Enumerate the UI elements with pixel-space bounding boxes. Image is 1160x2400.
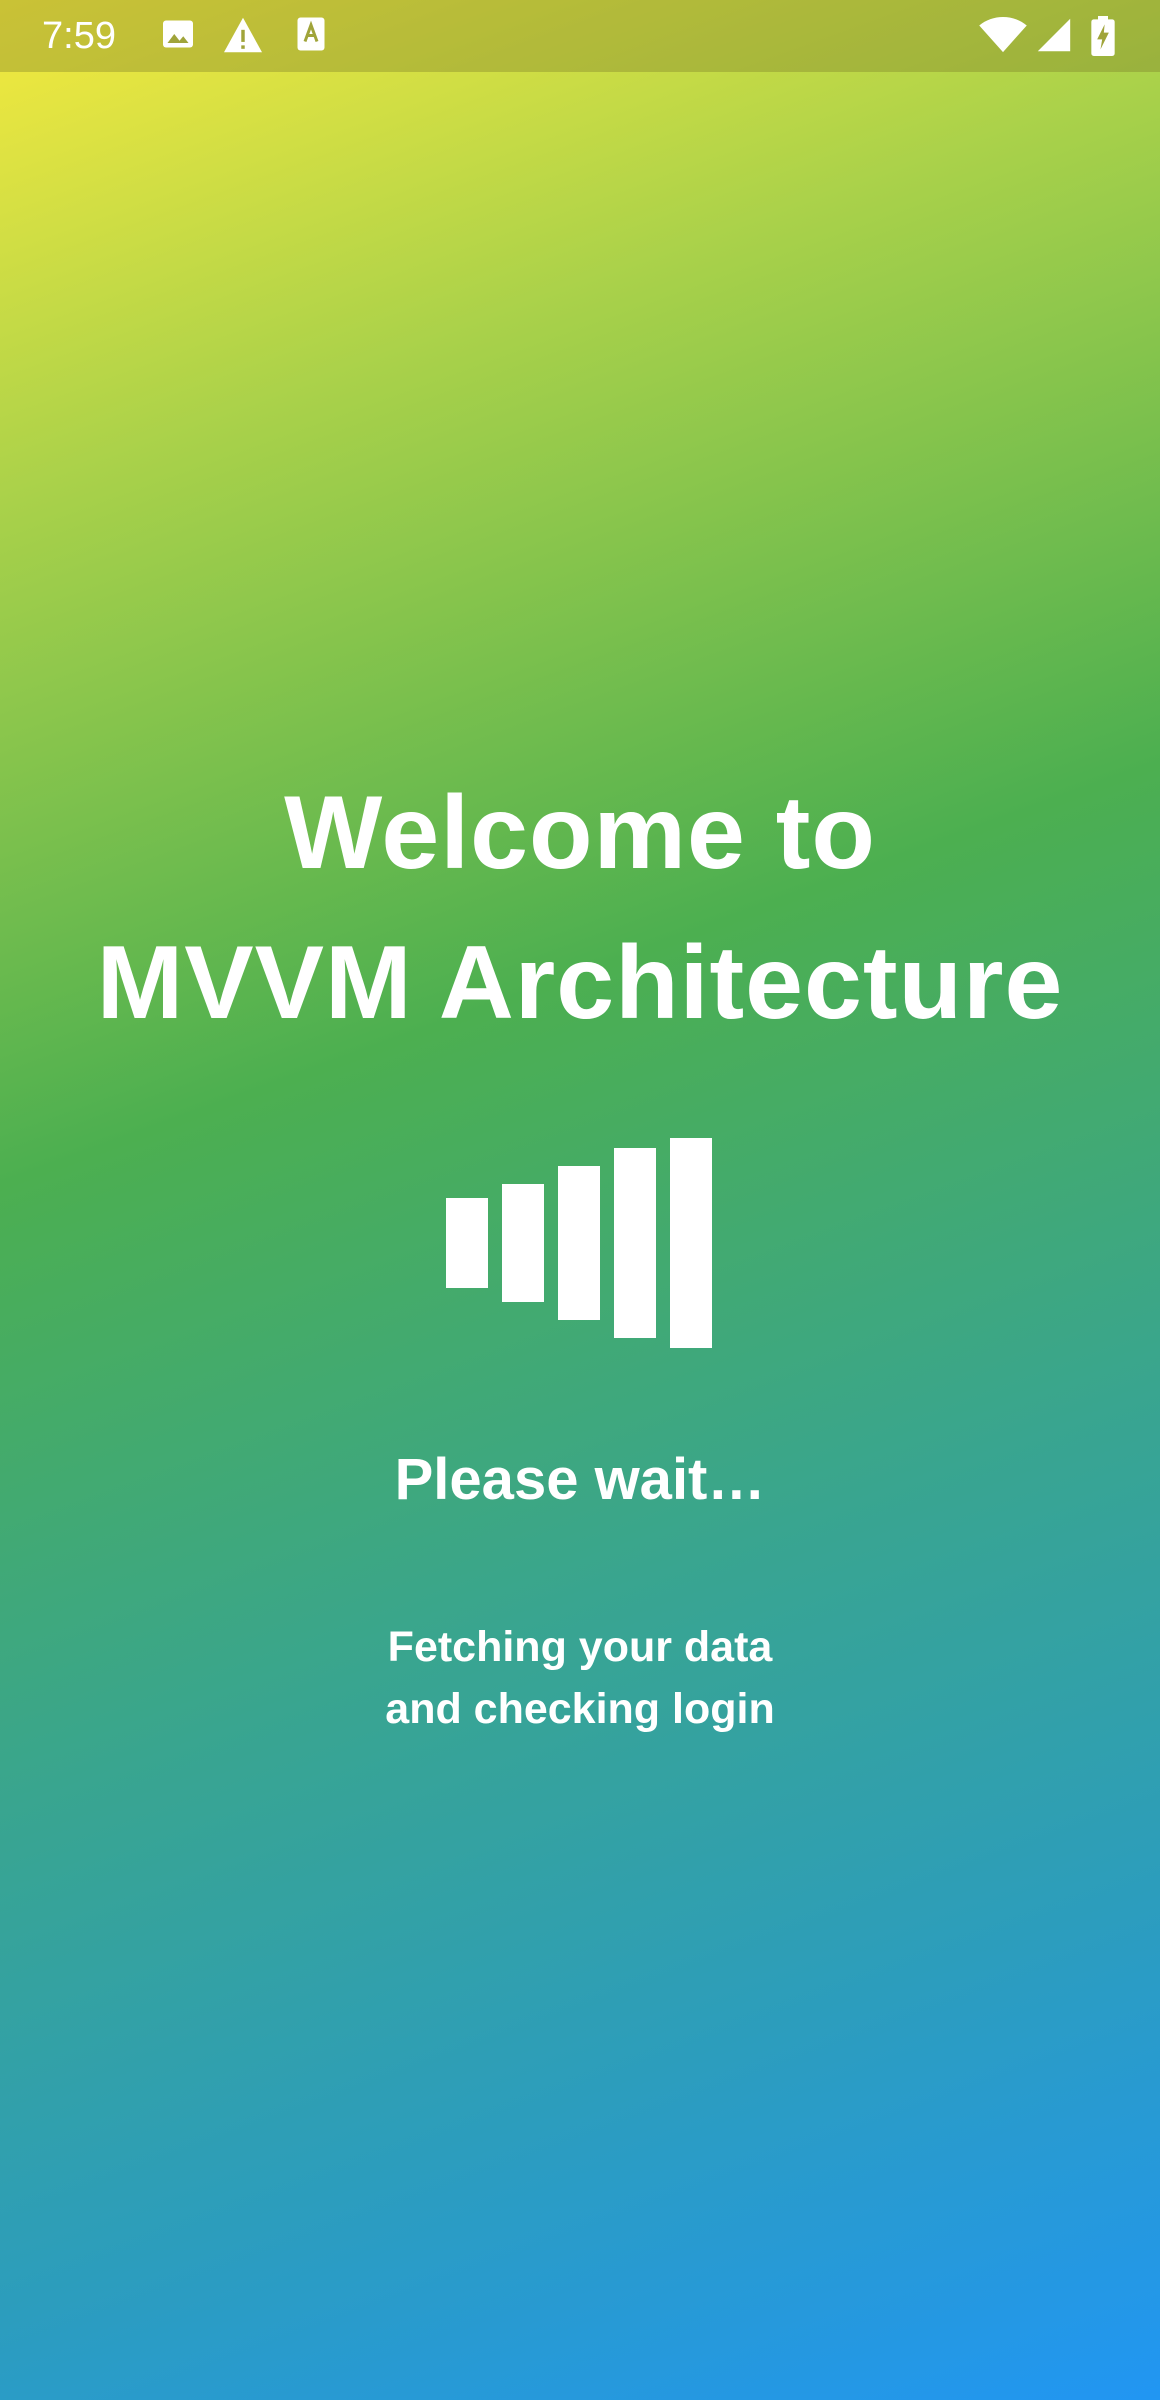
loader-bar-2 [502, 1184, 544, 1302]
warning-icon [222, 16, 264, 56]
loader-bar-1 [446, 1198, 488, 1288]
welcome-line-1: Welcome to [284, 775, 876, 891]
image-icon [160, 16, 196, 56]
loader-bar-3 [558, 1166, 600, 1320]
status-time: 7:59 [42, 15, 116, 57]
please-wait-text: Please wait… [394, 1447, 766, 1512]
loader-bar-4 [614, 1148, 656, 1338]
welcome-line-2: MVVM Architecture [96, 925, 1064, 1041]
text-a-icon [296, 16, 326, 56]
wifi-icon [978, 16, 1028, 56]
loader-bar-5 [670, 1138, 712, 1348]
status-message-line-2: and checking login [385, 1685, 775, 1733]
battery-charging-icon [1090, 16, 1116, 56]
status-bar: 7:59 [0, 0, 1160, 72]
loading-bars-icon [446, 1138, 714, 1350]
status-message-line-1: Fetching your data [387, 1623, 773, 1671]
status-message: Fetching your data and checking login [0, 1616, 1160, 1740]
signal-icon [1036, 16, 1072, 56]
welcome-title: Welcome to MVVM Architecture [0, 758, 1160, 1058]
